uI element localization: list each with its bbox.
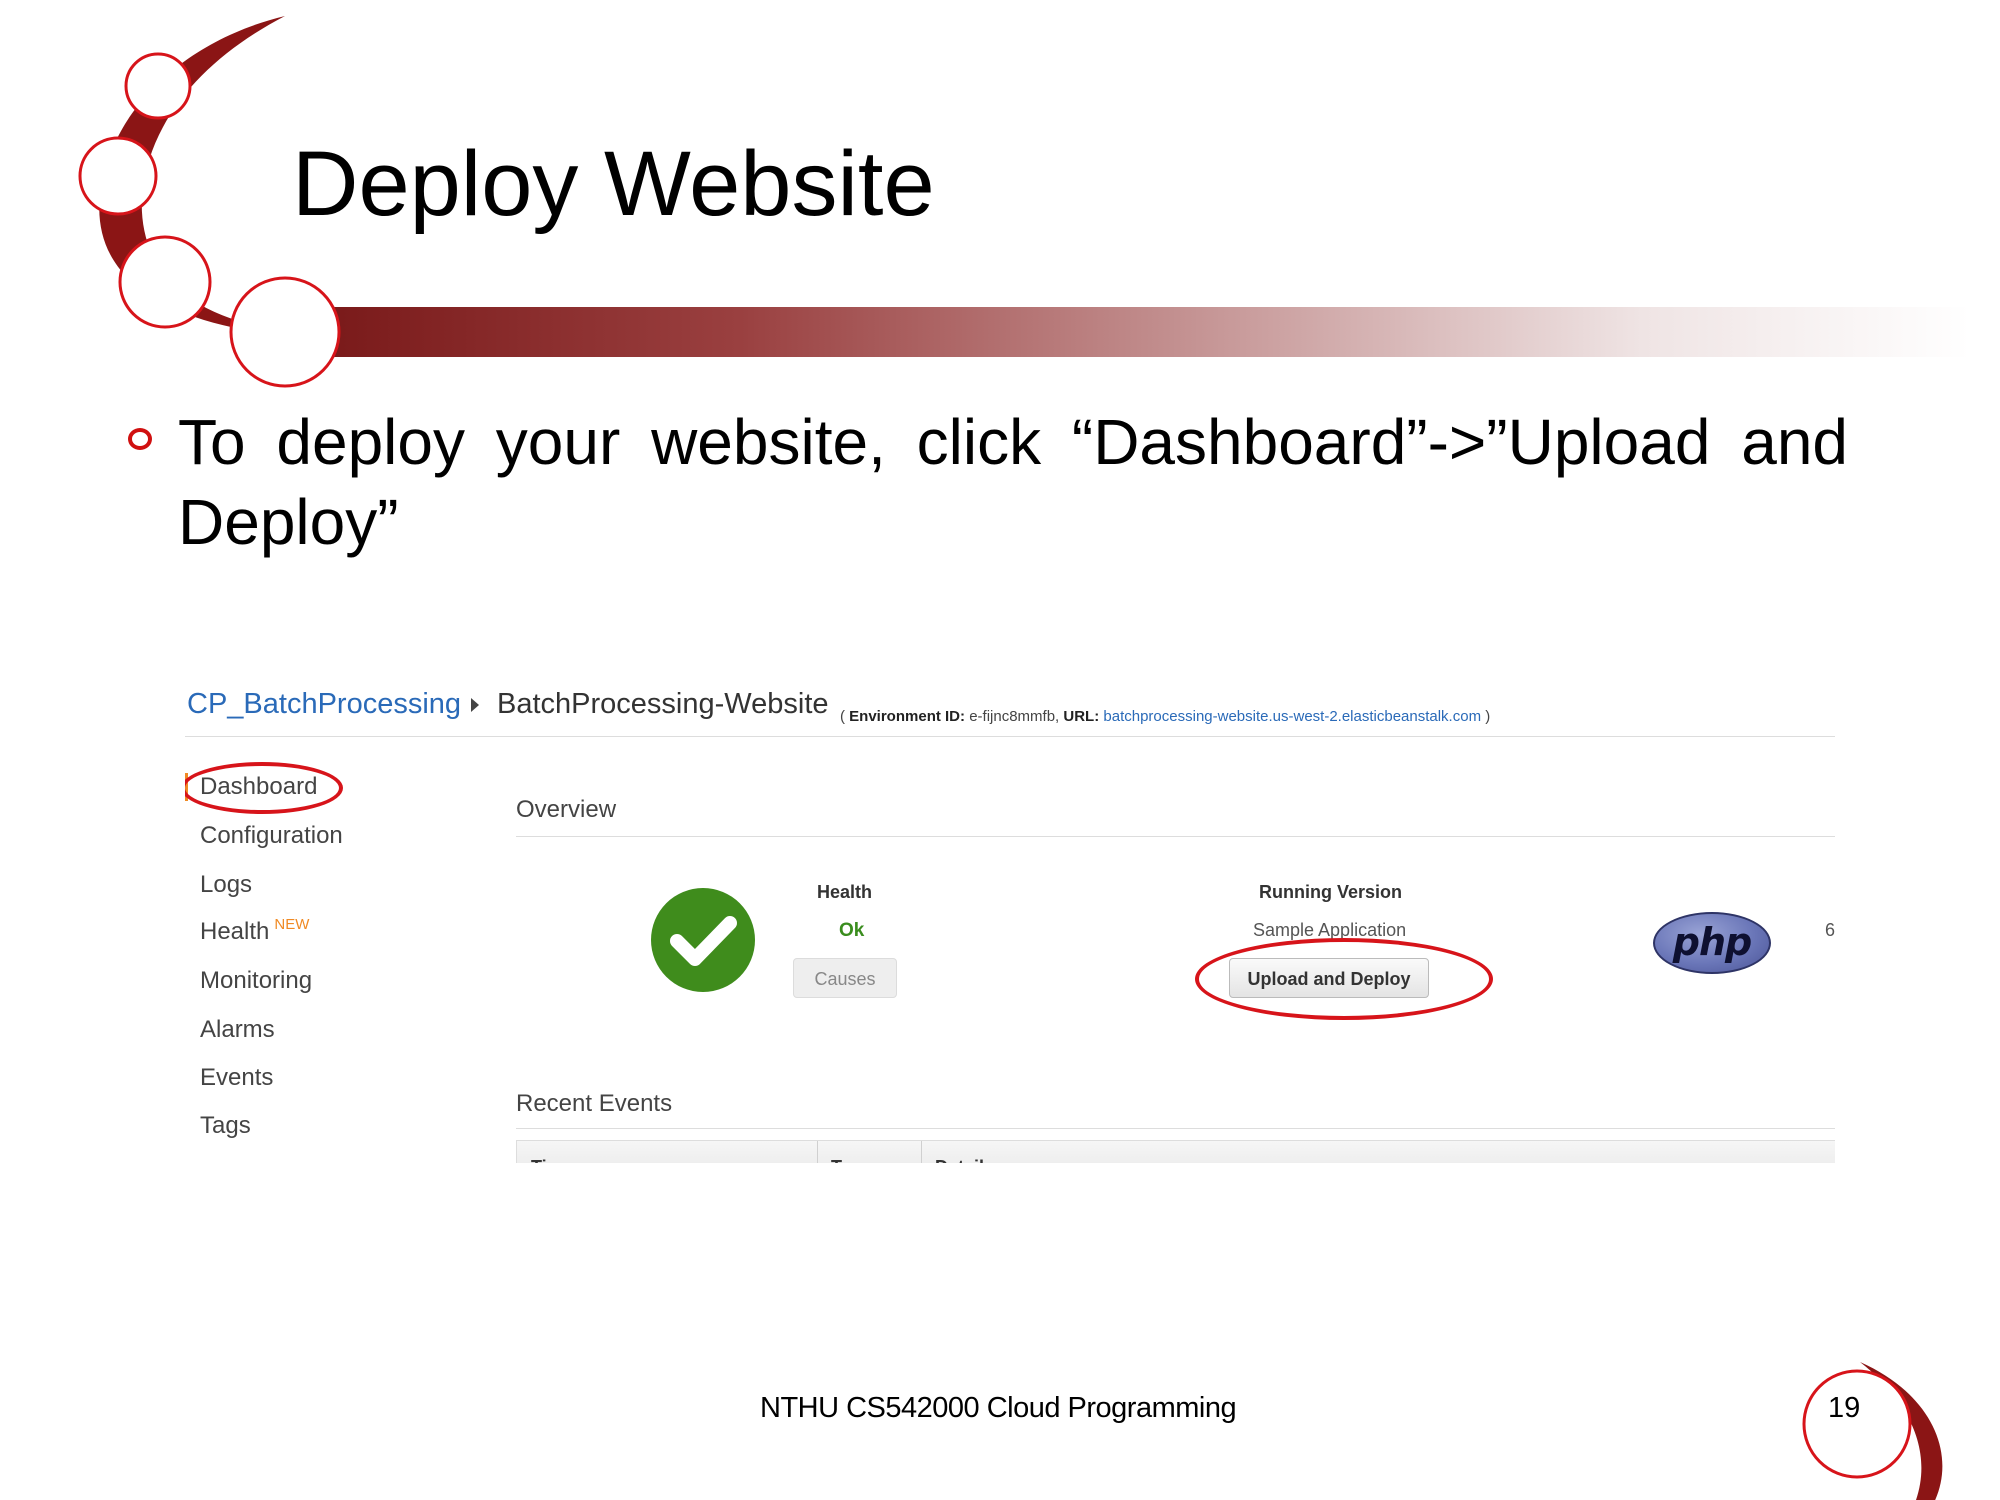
bullet-icon bbox=[128, 428, 152, 450]
breadcrumb-environment: BatchProcessing-Website bbox=[497, 688, 829, 720]
slide-footer: NTHU CS542000 Cloud Programming bbox=[760, 1392, 1237, 1424]
php-logo-text: php bbox=[1672, 920, 1752, 964]
page-number: 19 bbox=[1828, 1392, 1861, 1424]
nav-item-configuration[interactable]: Configuration bbox=[200, 822, 343, 850]
running-version-label: Running Version bbox=[1259, 882, 1403, 902]
nav-item-monitoring[interactable]: Monitoring bbox=[200, 967, 312, 995]
nav-item-health[interactable]: Health NEW bbox=[200, 916, 310, 946]
bullet-text: To deploy your website, click “Dashboard… bbox=[178, 406, 1848, 558]
health-ok-icon bbox=[651, 888, 755, 992]
new-badge: NEW bbox=[274, 916, 310, 933]
nav-item-logs[interactable]: Logs bbox=[200, 871, 252, 899]
recent-events-heading: Recent Events bbox=[516, 1090, 673, 1117]
environment-info: ( Environment ID: e-fijnc8mmfb, URL: bat… bbox=[840, 708, 1491, 725]
table-cutoff-mask bbox=[516, 1163, 1835, 1170]
header-divider bbox=[185, 736, 1835, 737]
title-underline-bar bbox=[330, 307, 1970, 357]
breadcrumb-application-link[interactable]: CP_BatchProcessing bbox=[187, 688, 461, 721]
upload-highlight-ellipse bbox=[1195, 938, 1493, 1020]
health-status: Ok bbox=[839, 920, 865, 941]
php-logo-icon: php bbox=[1653, 912, 1771, 974]
overview-heading: Overview bbox=[516, 796, 617, 823]
nav-item-alarms[interactable]: Alarms bbox=[200, 1016, 275, 1044]
truncated-value: 6 bbox=[1825, 920, 1835, 940]
causes-button[interactable]: Causes bbox=[793, 958, 897, 998]
nav-item-events[interactable]: Events bbox=[200, 1064, 273, 1092]
url-label: URL: bbox=[1063, 708, 1100, 725]
recent-events-divider bbox=[516, 1128, 1835, 1129]
env-id-value: e-fijnc8mmfb, bbox=[969, 708, 1060, 725]
nav-item-tags[interactable]: Tags bbox=[200, 1112, 251, 1140]
env-id-label: Environment ID: bbox=[849, 708, 966, 725]
environment-url-link[interactable]: batchprocessing-website.us-west-2.elasti… bbox=[1103, 708, 1481, 725]
breadcrumb-arrow-icon bbox=[471, 698, 479, 712]
overview-divider bbox=[516, 836, 1835, 837]
dashboard-highlight-ellipse bbox=[185, 762, 343, 814]
nav-item-health-label: Health bbox=[200, 918, 270, 945]
health-label: Health bbox=[817, 882, 873, 902]
slide-title: Deploy Website bbox=[292, 133, 935, 235]
console-screenshot: CP_BatchProcessing BatchProcessing-Websi… bbox=[185, 680, 1835, 1170]
